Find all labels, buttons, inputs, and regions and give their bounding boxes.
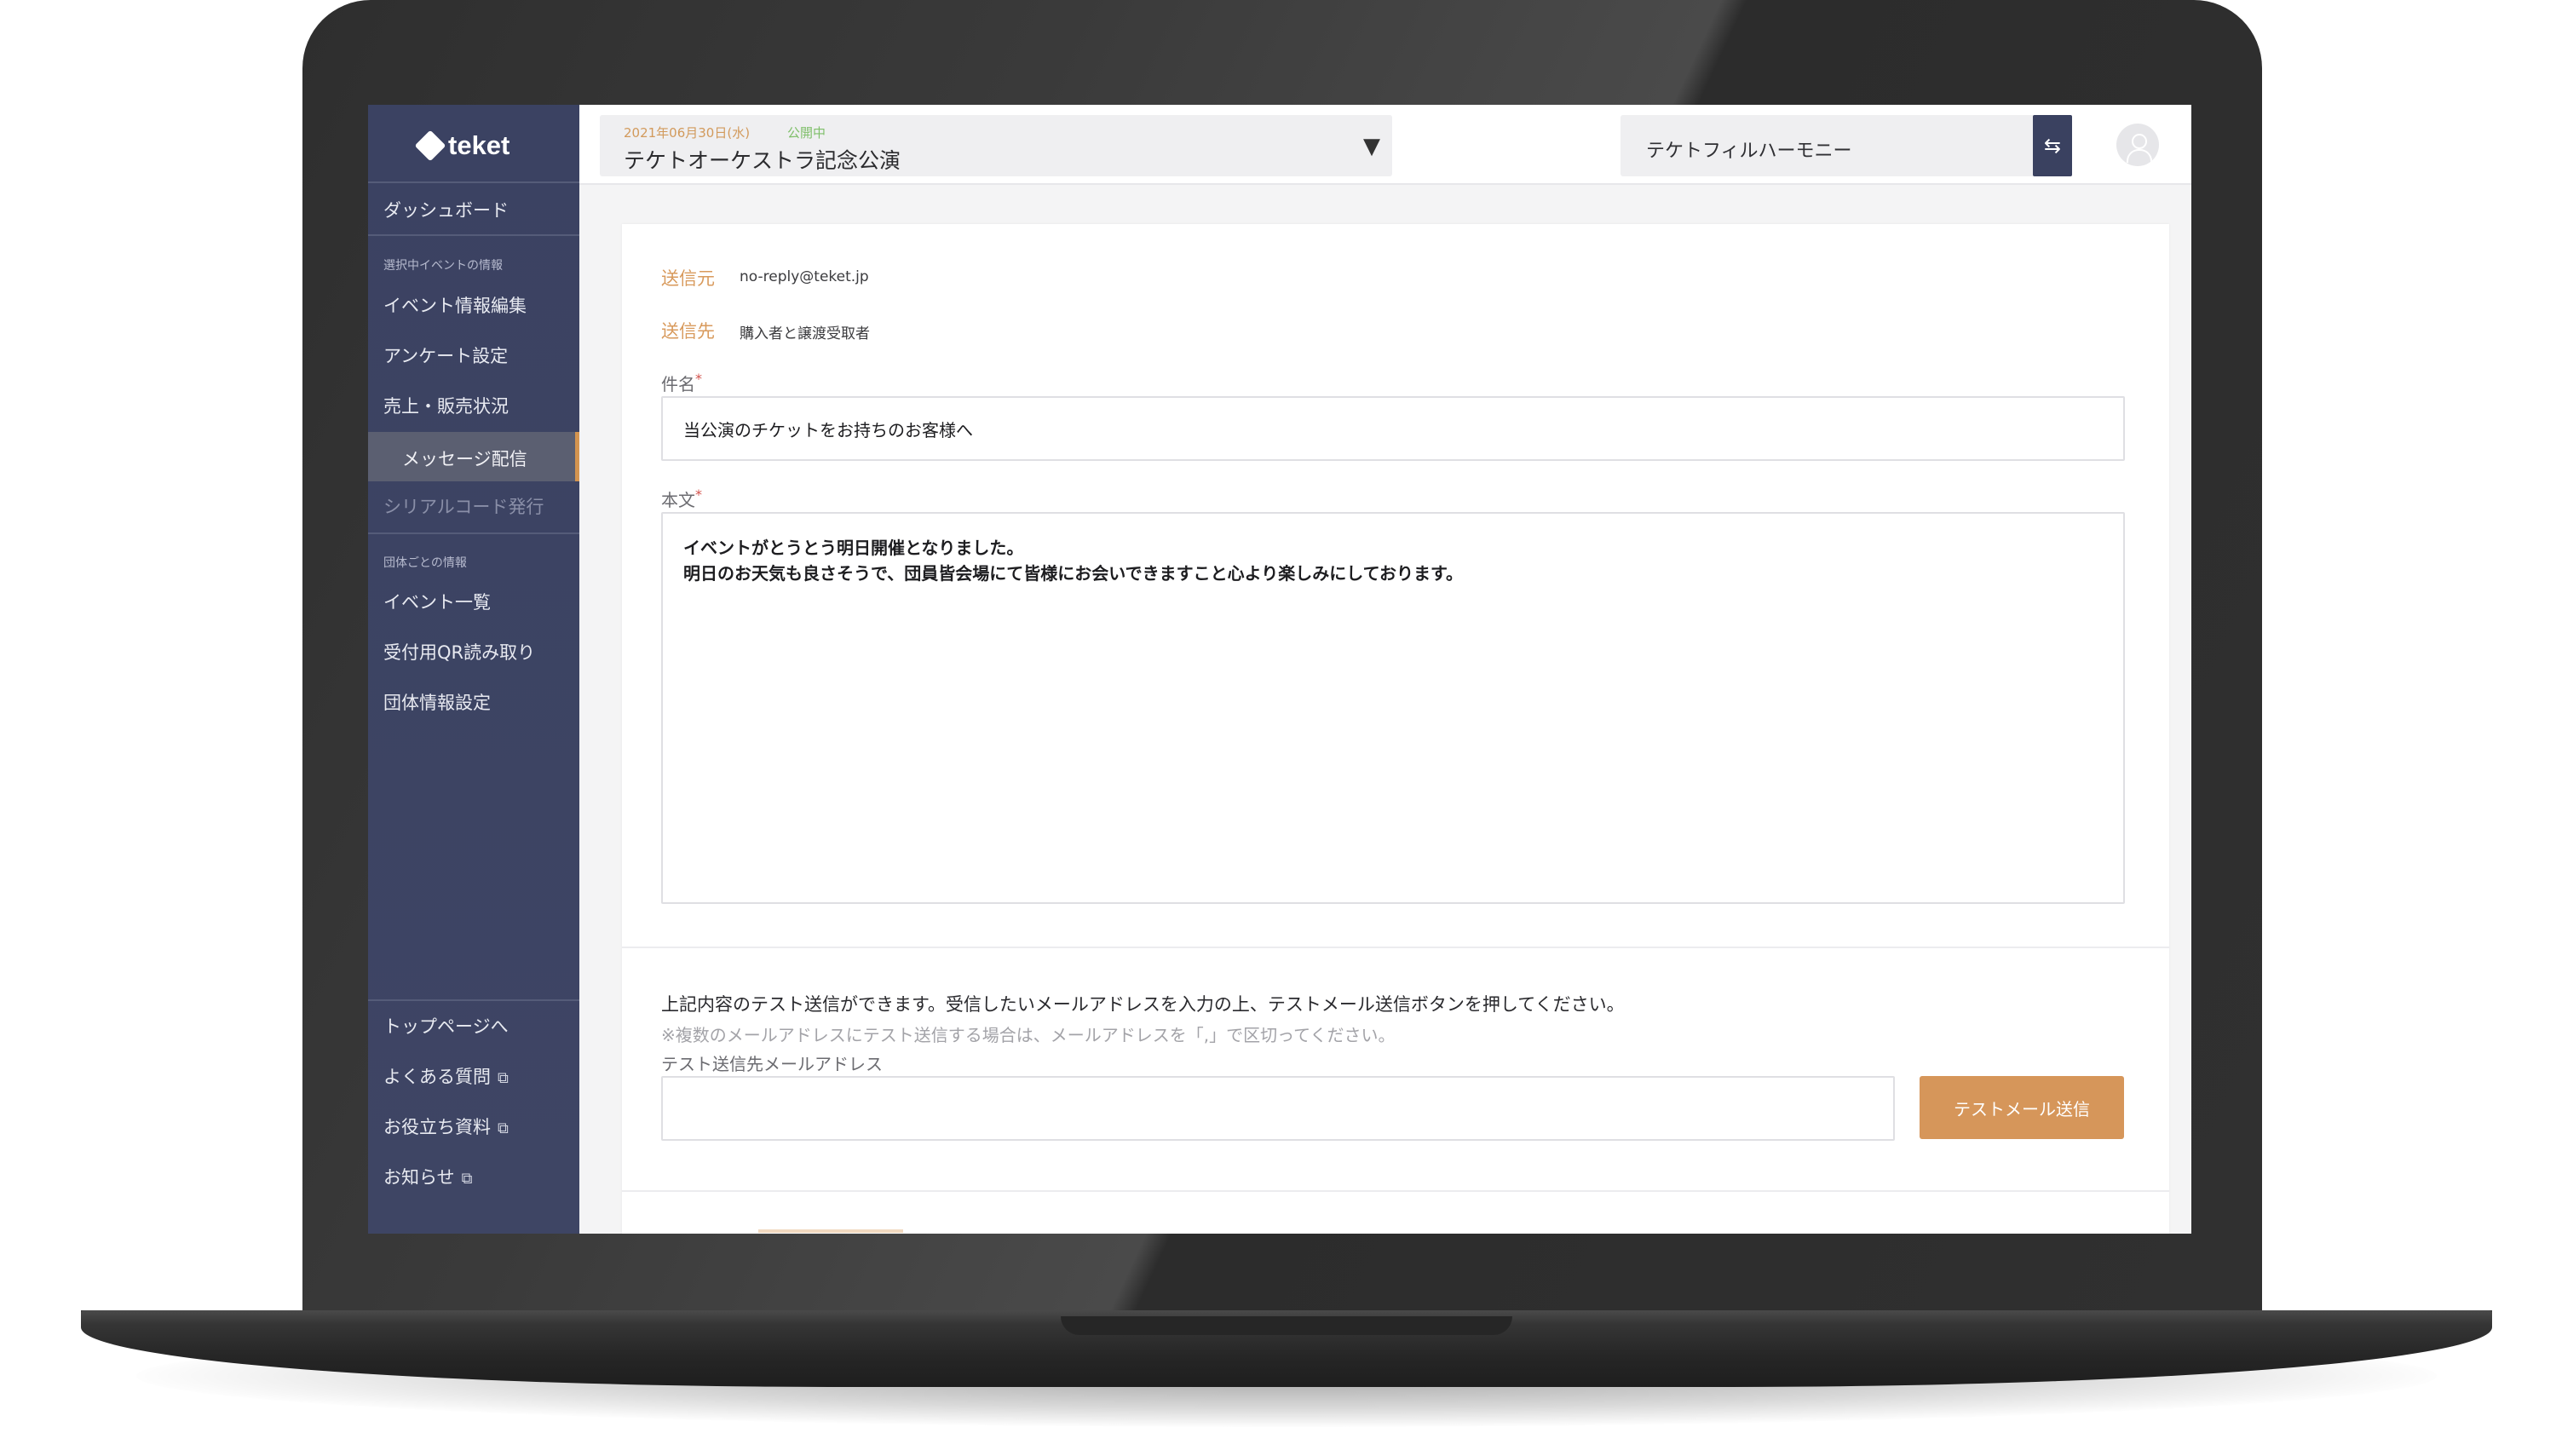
resources-label: お役立ち資料 bbox=[383, 1117, 491, 1137]
event-selector[interactable]: 2021年06月30日(水) 公開中 テケトオーケストラ記念公演 ▼ bbox=[600, 115, 1392, 176]
switch-arrows-icon: ⇆ bbox=[2043, 134, 2062, 158]
required-mark: * bbox=[695, 486, 702, 503]
sidebar-item-qr-reader[interactable]: 受付用QR読み取り bbox=[383, 639, 535, 665]
event-status-badge: 公開中 bbox=[787, 125, 826, 141]
section-divider bbox=[622, 947, 2169, 948]
test-send-note: ※複数のメールアドレスにテスト送信する場合は、メールアドレスを「,」で区切ってく… bbox=[661, 1025, 1396, 1045]
from-value: no-reply@teket.jp bbox=[740, 268, 869, 285]
sidebar-divider bbox=[368, 181, 579, 183]
body-label: 本文* bbox=[661, 486, 702, 511]
body-label-text: 本文 bbox=[661, 490, 695, 510]
section-divider bbox=[622, 1190, 2169, 1192]
body-line-1: イベントがとうとう明日開催となりました。 bbox=[683, 538, 1024, 558]
sidebar-item-event-list[interactable]: イベント一覧 bbox=[383, 589, 491, 614]
external-link-icon: ⧉ bbox=[461, 1170, 473, 1188]
external-link-icon: ⧉ bbox=[498, 1069, 509, 1087]
sidebar: teket ダッシュボード 選択中イベントの情報 イベント情報編集 アンケート設… bbox=[368, 105, 579, 1234]
sidebar-item-dashboard[interactable]: ダッシュボード bbox=[383, 197, 509, 222]
sidebar-item-message[interactable]: メッセージ配信 bbox=[368, 432, 579, 481]
sidebar-item-survey[interactable]: アンケート設定 bbox=[383, 342, 508, 368]
user-body-icon bbox=[2127, 149, 2152, 163]
to-value: 購入者と譲渡受取者 bbox=[740, 325, 870, 342]
test-address-input[interactable] bbox=[661, 1076, 1895, 1141]
sidebar-item-event-edit[interactable]: イベント情報編集 bbox=[383, 292, 527, 318]
message-form-card: 送信元 no-reply@teket.jp 送信先 購入者と譲渡受取者 件名* … bbox=[622, 224, 2169, 1234]
external-link-icon: ⧉ bbox=[498, 1119, 509, 1137]
event-name: テケトオーケストラ記念公演 bbox=[624, 148, 901, 173]
organization-name: テケトフィルハーモニー bbox=[1646, 141, 1852, 162]
switch-organization-button[interactable]: ⇆ bbox=[2033, 115, 2072, 176]
teket-logo-icon bbox=[414, 129, 446, 162]
sidebar-item-sales[interactable]: 売上・販売状況 bbox=[383, 393, 509, 418]
top-header: 2021年06月30日(水) 公開中 テケトオーケストラ記念公演 ▼ テケトフィ… bbox=[579, 105, 2191, 185]
screen: teket ダッシュボード 選択中イベントの情報 イベント情報編集 アンケート設… bbox=[368, 105, 2191, 1234]
subject-label-text: 件名 bbox=[661, 374, 695, 394]
to-label: 送信先 bbox=[661, 321, 715, 342]
user-head-icon bbox=[2132, 134, 2147, 149]
organization-selector[interactable]: テケトフィルハーモニー bbox=[1621, 115, 2055, 176]
body-textarea[interactable]: イベントがとうとう明日開催となりました。 明日のお天気も良さそうで、団員皆会場に… bbox=[661, 512, 2125, 904]
sidebar-section-org: 団体ごとの情報 bbox=[383, 556, 467, 570]
sidebar-item-org-settings[interactable]: 団体情報設定 bbox=[383, 689, 491, 715]
body-line-2: 明日のお天気も良さそうで、団員皆会場にて皆様にお会いできますこと心より楽しみにし… bbox=[683, 563, 1463, 584]
next-section-peek bbox=[758, 1229, 903, 1233]
subject-value: 当公演のチケットをお持ちのお客様へ bbox=[683, 420, 973, 440]
sidebar-divider bbox=[368, 234, 579, 236]
logo[interactable]: teket bbox=[414, 129, 510, 162]
event-date: 2021年06月30日(水) bbox=[624, 125, 751, 141]
send-test-mail-button[interactable]: テストメール送信 bbox=[1920, 1076, 2124, 1139]
sidebar-item-top-page[interactable]: トップページへ bbox=[383, 1013, 509, 1039]
from-label: 送信元 bbox=[661, 268, 715, 289]
test-send-description: 上記内容のテスト送信ができます。受信したいメールアドレスを入力の上、テストメール… bbox=[661, 994, 1625, 1015]
faq-label: よくある質問 bbox=[383, 1067, 491, 1087]
user-avatar[interactable] bbox=[2116, 124, 2159, 166]
sidebar-divider bbox=[368, 532, 579, 534]
caret-down-icon: ▼ bbox=[1363, 134, 1380, 159]
logo-text: teket bbox=[448, 130, 510, 160]
sidebar-divider bbox=[368, 999, 579, 1001]
news-label: お知らせ bbox=[383, 1167, 455, 1188]
sidebar-item-resources[interactable]: お役立ち資料 ⧉ bbox=[383, 1114, 509, 1139]
test-address-label: テスト送信先メールアドレス bbox=[661, 1054, 883, 1074]
required-mark: * bbox=[695, 371, 702, 387]
subject-input[interactable]: 当公演のチケットをお持ちのお客様へ bbox=[661, 396, 2125, 461]
sidebar-item-message-label: メッセージ配信 bbox=[402, 449, 527, 469]
sidebar-item-news[interactable]: お知らせ ⧉ bbox=[383, 1164, 472, 1189]
laptop-notch bbox=[1061, 1316, 1512, 1335]
sidebar-item-serial-code[interactable]: シリアルコード発行 bbox=[383, 493, 544, 519]
sidebar-section-event: 選択中イベントの情報 bbox=[383, 259, 503, 273]
subject-label: 件名* bbox=[661, 371, 702, 395]
sidebar-item-faq[interactable]: よくある質問 ⧉ bbox=[383, 1063, 509, 1089]
